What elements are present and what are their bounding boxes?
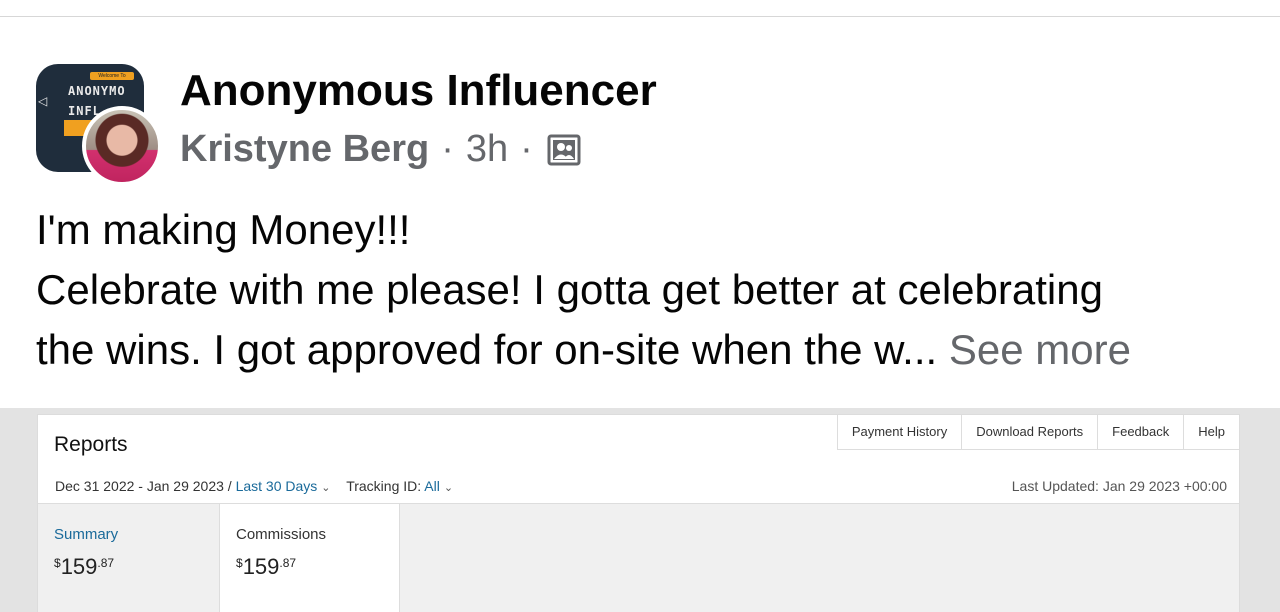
group-avatar-banner: Welcome To [90,72,134,80]
tab-download-reports[interactable]: Download Reports [962,415,1099,449]
amount-fraction: .87 [279,556,297,570]
group-avatar-text-1: ANONYMO [68,84,126,98]
chevron-down-icon[interactable]: ⌄ [444,482,453,494]
meta-separator: · [441,128,454,170]
post-image[interactable]: Reports Payment History Download Reports… [0,408,1280,612]
reports-tabbar: Payment History Download Reports Feedbac… [836,415,1239,450]
amount-fraction: .87 [97,556,115,570]
amount-whole: 159 [60,554,98,579]
post-text-line: the wins. I got approved for on-site whe… [36,320,1256,380]
post-body: I'm making Money!!! Celebrate with me pl… [36,200,1256,380]
date-preset-dropdown[interactable]: Last 30 Days [236,478,318,494]
tab-payment-history[interactable]: Payment History [838,415,963,449]
summary-label[interactable]: Summary [54,526,118,543]
chevron-down-icon[interactable]: ⌄ [321,482,330,494]
reports-panel: Reports Payment History Download Reports… [37,414,1240,612]
commissions-amount: $159.87 [236,554,296,580]
group-members-icon[interactable] [547,133,581,167]
currency-symbol: $ [236,556,243,570]
post-text-line-content: the wins. I got approved for on-site whe… [36,326,938,373]
post-text-line: I'm making Money!!! [36,206,411,253]
reports-title: Reports [54,433,128,456]
commissions-label: Commissions [236,526,327,543]
summary-band: Summary $159.87 Commissions $159.87 [38,503,1239,612]
amount-whole: 159 [242,554,280,579]
filter-row: Dec 31 2022 - Jan 29 2023 / Last 30 Days… [55,478,457,494]
post-text-line: Celebrate with me please! I gotta get be… [36,266,1103,313]
summary-amount: $159.87 [54,554,114,580]
tab-help[interactable]: Help [1184,415,1239,449]
author-avatar[interactable] [82,106,162,186]
tab-feedback[interactable]: Feedback [1098,415,1185,449]
tracking-id-label: Tracking ID: [346,478,422,494]
post-meta: Kristyne Berg · 3h · [180,128,581,171]
meta-separator-2: · [520,128,533,170]
post-avatars[interactable]: Welcome To ◁ ANONYMO INFL [36,64,162,186]
group-avatar-arrow-icon: ◁ [38,94,48,108]
date-range: Dec 31 2022 - Jan 29 2023 / [55,478,232,494]
commissions-card[interactable]: Commissions $159.87 [219,504,400,612]
last-updated: Last Updated: Jan 29 2023 +00:00 [1011,478,1227,494]
summary-card[interactable]: Summary $159.87 [38,504,218,612]
author-name-link[interactable]: Kristyne Berg [180,128,429,171]
tracking-id-dropdown[interactable]: All [424,478,440,494]
post-timestamp[interactable]: 3h [466,128,508,171]
group-name-link[interactable]: Anonymous Influencer [180,66,657,116]
currency-symbol: $ [54,556,61,570]
see-more-link[interactable]: See more [949,326,1131,373]
top-divider [0,16,1280,17]
